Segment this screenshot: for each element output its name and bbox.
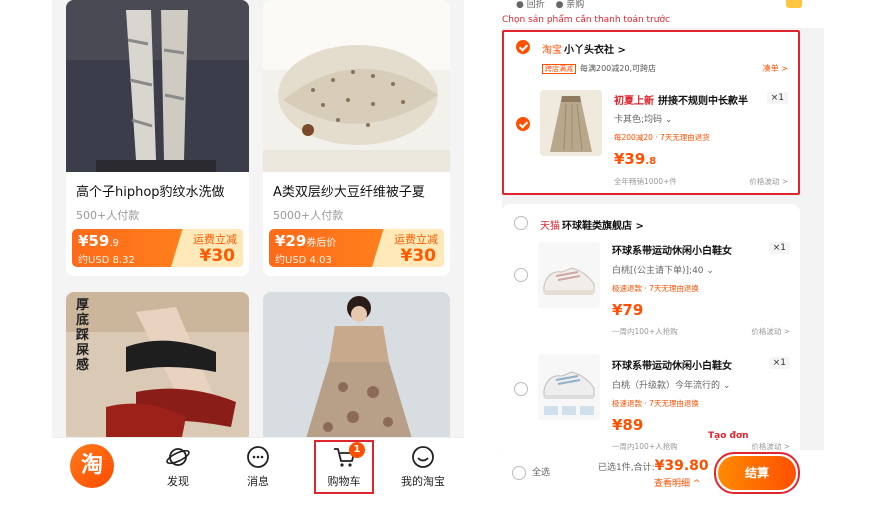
create-order-annotation: Tạo đơn [708, 431, 749, 441]
product-image-dress [263, 292, 450, 442]
product-image-quilt [263, 0, 450, 172]
image-overlay-text: 厚底 踩屎感 [76, 298, 90, 373]
smiley-face-icon [412, 446, 434, 468]
shop-checkbox[interactable] [514, 216, 528, 230]
product-card[interactable]: 厚底 踩屎感 [66, 292, 249, 442]
item-checkbox[interactable] [514, 382, 528, 396]
skirt-image [540, 90, 602, 156]
item-price: ¥39.8 [614, 150, 657, 168]
select-all-label[interactable]: 全选 [532, 465, 550, 478]
shop-group-selected: 淘宝 小丫头衣社 > 跨店满减 每满200减20,可跨店 凑单 > 初夏上新 拼接不规… [502, 30, 800, 195]
item-title[interactable]: 环球系带运动休闲小白鞋女 [612, 357, 732, 372]
shipping-discount: 运费立减 ¥30 [372, 229, 444, 267]
sneaker-image [538, 242, 600, 308]
product-image-pants [66, 0, 249, 172]
item-variant-selector[interactable]: 白桃（升级款）今年流行的 ⌄ [612, 378, 730, 391]
item-variant-selector[interactable]: 白桃[(公主请下单)];40 ⌄ [612, 263, 714, 276]
select-all-checkbox[interactable] [512, 466, 526, 480]
item-checkbox[interactable] [514, 268, 528, 282]
item-title[interactable]: 初夏上新 拼接不规则中长款半 [614, 92, 748, 107]
tab-my-taobao[interactable]: 我的淘宝 [392, 442, 454, 492]
tab-discover[interactable]: 发现 [147, 442, 209, 492]
order-summary: 已选1件,合计:¥39.80 [598, 458, 709, 474]
product-title: A类双层纱大豆纤维被子夏 [273, 185, 425, 200]
product-card[interactable]: A类双层纱大豆纤维被子夏 5000+人付款 ¥29券后价 约USD 4.03 运… [263, 0, 450, 276]
usd-price: 约USD 4.03 [275, 255, 332, 266]
usd-price: 约USD 8.32 [78, 255, 135, 266]
price-promo-banner: ¥59.9 约USD 8.32 运费立减 ¥30 [72, 229, 243, 267]
item-sales-meta: 全年畅销1000+件 [614, 177, 677, 186]
view-details-link[interactable]: 查看明细 ^ [654, 476, 700, 489]
item-quantity[interactable]: ×1 [768, 357, 790, 369]
ticket-icon[interactable] [786, 0, 802, 8]
cross-store-promo: 跨店满减 每满200减20,可跨店 [542, 63, 656, 74]
add-on-link[interactable]: 凑单 > [763, 63, 788, 74]
filter-chips: ● 回折 ● 亲购 [516, 0, 592, 10]
shop-name[interactable]: 天猫 环球鞋类旗舰店 > [540, 217, 644, 232]
item-variant-selector[interactable]: 卡其色;均码 ⌄ [614, 112, 672, 125]
cart-highlight-box [314, 440, 374, 494]
cart-top-strip: ● 回折 ● 亲购 Chọn sản phẩm cần thanh toán t… [502, 0, 824, 28]
item-price: ¥89 [612, 416, 644, 434]
filter-chip[interactable]: ● 亲购 [556, 0, 585, 10]
product-image-slippers [66, 292, 249, 442]
bottom-tab-bar: 淘 发现 消息 1 购物车 我的淘宝 [52, 437, 464, 495]
screenshot-root: 高个子hiphop豹纹水洗做 500+人付款 ¥59.9 约USD 8.32 运… [0, 0, 870, 514]
price: ¥29券后价 [275, 232, 337, 250]
item-price: ¥79 [612, 301, 644, 319]
shop-name[interactable]: 淘宝 小丫头衣社 > [542, 41, 626, 56]
price-promo-banner: ¥29券后价 约USD 4.03 运费立减 ¥30 [269, 229, 444, 267]
tab-label: 发现 [167, 475, 189, 488]
item-promo: 极速退款 · 7天无理由退换 [612, 399, 699, 408]
item-checkbox[interactable] [516, 117, 530, 131]
tab-label: 消息 [247, 475, 269, 488]
product-title: 高个子hiphop豹纹水洗做 [76, 185, 225, 200]
item-promo: 极速退款 · 7天无理由退换 [612, 284, 699, 293]
item-quantity[interactable]: ×1 [766, 92, 788, 104]
item-sales-meta: 一周内100+人抢购 [612, 327, 678, 336]
sold-count: 5000+人付款 [273, 209, 344, 222]
shopping-cart-screen: ● 回折 ● 亲购 Chọn sản phẩm cần thanh toán t… [502, 0, 824, 500]
item-title[interactable]: 环球系带运动休闲小白鞋女 [612, 242, 732, 257]
shop-group: 天猫 环球鞋类旗舰店 > 环球系带运动休闲小白鞋女 ×1 白桃[(公主请下单)];… [502, 204, 800, 454]
price: ¥59.9 [78, 232, 119, 250]
shop-checkbox[interactable] [516, 40, 530, 54]
checkout-highlight-box [714, 452, 800, 494]
filter-chip[interactable]: ● 回折 [516, 0, 545, 10]
shipping-discount: 运费立减 ¥30 [171, 229, 243, 267]
sneaker-image [538, 354, 600, 420]
sold-count: 500+人付款 [76, 209, 140, 222]
planet-icon [166, 448, 190, 466]
price-trend-link[interactable]: 价格波动 > [749, 176, 788, 187]
tab-label: 我的淘宝 [401, 475, 445, 488]
tab-messages[interactable]: 消息 [227, 442, 289, 492]
taobao-home-tab-icon[interactable]: 淘 [70, 444, 114, 488]
item-quantity[interactable]: ×1 [768, 242, 790, 254]
item-thumbnail[interactable] [538, 354, 600, 420]
checkout-bar: 全选 已选1件,合计:¥39.80 查看明细 ^ 结算 [502, 450, 824, 500]
select-items-hint: Chọn sản phẩm cần thanh toán trước [502, 15, 670, 25]
item-promo: 每200减20 · 7天无理由退货 [614, 133, 710, 142]
item-thumbnail[interactable] [538, 242, 600, 308]
taobao-home-feed: 高个子hiphop豹纹水洗做 500+人付款 ¥59.9 约USD 8.32 运… [52, 0, 464, 495]
chat-bubble-icon [247, 446, 269, 468]
item-thumbnail[interactable] [540, 90, 602, 156]
product-card[interactable]: 高个子hiphop豹纹水洗做 500+人付款 ¥59.9 约USD 8.32 运… [66, 0, 249, 276]
price-trend-link[interactable]: 价格波动 > [751, 326, 790, 337]
product-card[interactable] [263, 292, 450, 442]
